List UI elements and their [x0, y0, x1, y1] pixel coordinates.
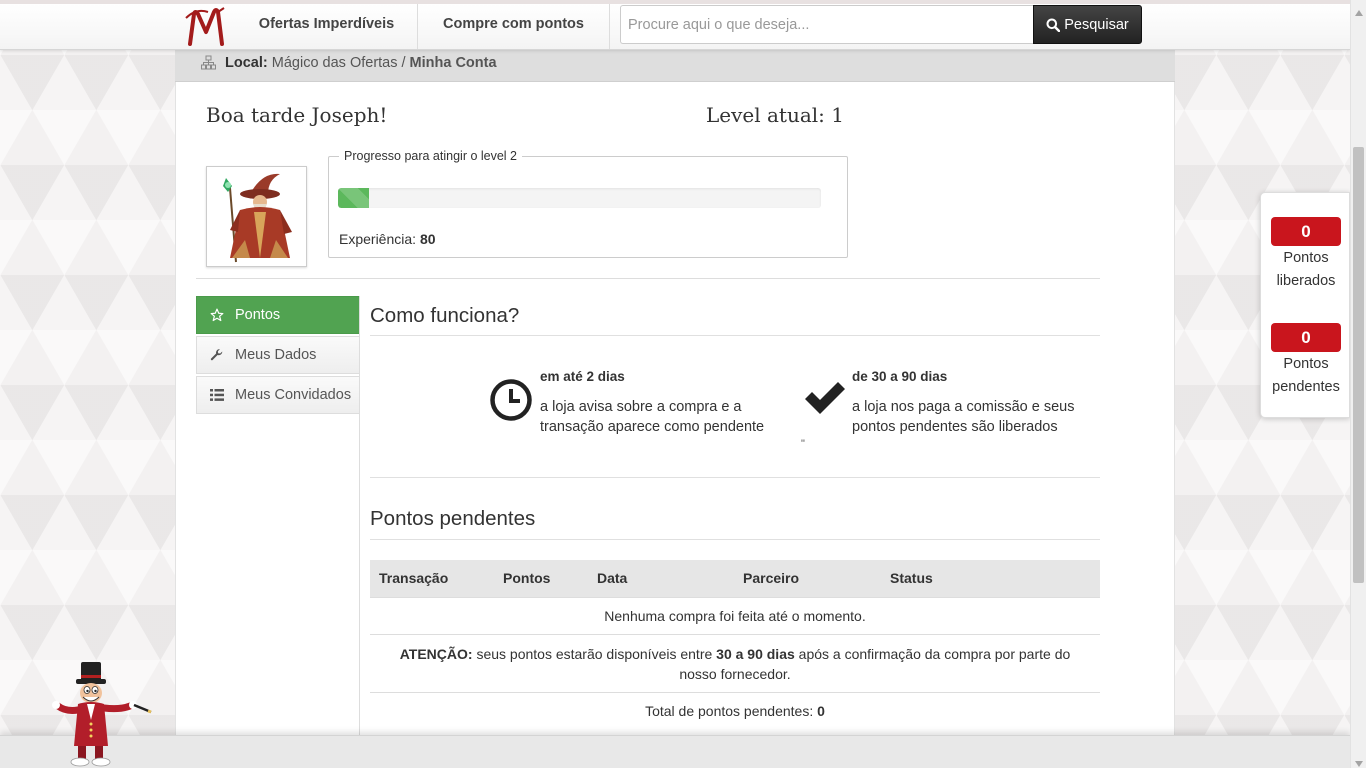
pontos-pendentes-badge: 0	[1271, 323, 1341, 352]
scroll-up-arrow-icon[interactable]	[1355, 3, 1363, 19]
check-icon	[803, 379, 847, 420]
pontos-liberados-label-1: Pontos	[1283, 250, 1329, 266]
step-title: em até 2 dias	[540, 369, 625, 384]
divider	[370, 335, 1100, 336]
nav-ofertas-imperdiveis[interactable]: Ofertas Imperdíveis	[236, 4, 418, 49]
breadcrumb-label: Local:	[225, 55, 268, 71]
divider	[370, 539, 1100, 540]
step-30-a-90-dias: de 30 a 90 dias a loja nos paga a comiss…	[852, 367, 1074, 437]
site-logo[interactable]	[184, 6, 230, 48]
attention-label: ATENÇÃO:	[399, 645, 473, 662]
breadcrumb-home-link[interactable]: Mágico das Ofertas	[272, 55, 398, 71]
mascot-magician-image[interactable]	[48, 660, 153, 768]
table-row: ATENÇÃO: seus pontos estarão disponíveis…	[370, 633, 1100, 692]
step-text: a loja avisa sobre a compra e a	[540, 399, 742, 415]
list-icon	[209, 389, 225, 401]
sidebar-divider	[359, 296, 360, 768]
column-header-pontos: Pontos	[494, 560, 588, 597]
main-content: Boa tarde Joseph! Level atual: 1 Progres…	[175, 82, 1175, 768]
total-pending: Total de pontos pendentes: 0	[370, 691, 1100, 729]
page-scrollbar[interactable]	[1350, 0, 1366, 768]
column-header-status: Status	[881, 560, 1100, 597]
sitemap-icon	[201, 55, 216, 74]
account-sidebar: Pontos Meus Dados Meus Convidados	[196, 296, 360, 416]
sidebar-item-label: Pontos	[235, 307, 281, 323]
avatar	[206, 166, 307, 267]
top-navbar: Ofertas Imperdíveis Compre com pontos Pe…	[0, 0, 1350, 50]
step-title: de 30 a 90 dias	[852, 369, 948, 384]
scroll-down-arrow-icon[interactable]	[1355, 754, 1363, 768]
progress-bar-fill	[338, 188, 370, 208]
pontos-liberados-label-2: liberados	[1276, 273, 1336, 289]
level-label: Level atual: 1	[706, 103, 844, 127]
attention-text: seus pontos estarão disponíveis entre	[476, 645, 713, 662]
sidebar-item-label: Meus Convidados	[235, 387, 352, 403]
greeting: Boa tarde Joseph!	[206, 103, 388, 127]
experience-label: Experiência:	[339, 231, 417, 247]
search-button-label: Pesquisar	[1064, 16, 1129, 33]
scrollbar-thumb[interactable]	[1353, 147, 1364, 583]
empty-message: Nenhuma compra foi feita até o momento.	[370, 596, 1100, 634]
divider	[196, 278, 1100, 279]
total-pending-value: 0	[817, 702, 825, 719]
sidebar-item-meus-convidados[interactable]: Meus Convidados	[196, 376, 360, 414]
pontos-pendentes-label-1: Pontos	[1283, 356, 1329, 372]
search-icon	[1046, 18, 1061, 32]
footer-bar	[0, 735, 1350, 768]
star-icon	[209, 308, 225, 322]
column-header-transacao: Transação	[370, 560, 494, 597]
step-text: pontos pendentes são liberados	[852, 419, 1058, 435]
experience-text: Experiência: 80	[339, 231, 436, 247]
search-input[interactable]	[620, 5, 1033, 44]
breadcrumb-current: Minha Conta	[409, 55, 497, 71]
breadcrumb: Local: Mágico das Ofertas / Minha Conta	[175, 46, 1175, 82]
table-header-row: Transação Pontos Data Parceiro Status	[370, 560, 1100, 597]
table-row: Nenhuma compra foi feita até o momento.	[370, 596, 1100, 634]
stray-quote-mark: "	[801, 438, 805, 450]
progress-bar	[338, 188, 821, 208]
experience-value: 80	[419, 231, 436, 247]
step-text: transação aparece como pendente	[540, 419, 765, 435]
pending-points-table: Transação Pontos Data Parceiro Status Ne…	[370, 560, 1100, 729]
pontos-pendentes-title: Pontos pendentes	[370, 507, 536, 530]
nav-compre-com-pontos[interactable]: Compre com pontos	[418, 4, 610, 49]
total-pending-label: Total de pontos pendentes:	[645, 702, 814, 719]
step-ate-2-dias: em até 2 dias a loja avisa sobre a compr…	[540, 367, 764, 437]
attention-period: 30 a 90 dias	[716, 645, 795, 662]
breadcrumb-separator: /	[401, 55, 406, 71]
sidebar-item-pontos[interactable]: Pontos	[196, 296, 360, 334]
attention-notice: ATENÇÃO: seus pontos estarão disponíveis…	[370, 633, 1100, 692]
clock-icon	[489, 378, 533, 425]
column-header-data: Data	[588, 560, 734, 597]
points-summary-panel: 0 Pontos liberados 0 Pontos pendentes	[1260, 192, 1350, 418]
column-header-parceiro: Parceiro	[734, 560, 881, 597]
pontos-pendentes-label-2: pendentes	[1272, 379, 1340, 395]
pontos-liberados-badge: 0	[1271, 217, 1341, 246]
como-funciona-title: Como funciona?	[370, 304, 520, 327]
sidebar-item-label: Meus Dados	[235, 347, 317, 363]
progress-legend: Progresso para atingir o level 2	[339, 149, 523, 163]
search-button[interactable]: Pesquisar	[1033, 5, 1142, 44]
level-progress-box: Progresso para atingir o level 2 Experiê…	[328, 149, 848, 258]
divider	[370, 477, 1100, 478]
step-text: a loja nos paga a comissão e seus	[852, 399, 1075, 415]
wrench-icon	[209, 348, 225, 362]
table-row: Total de pontos pendentes: 0	[370, 691, 1100, 729]
sidebar-item-meus-dados[interactable]: Meus Dados	[196, 336, 360, 374]
